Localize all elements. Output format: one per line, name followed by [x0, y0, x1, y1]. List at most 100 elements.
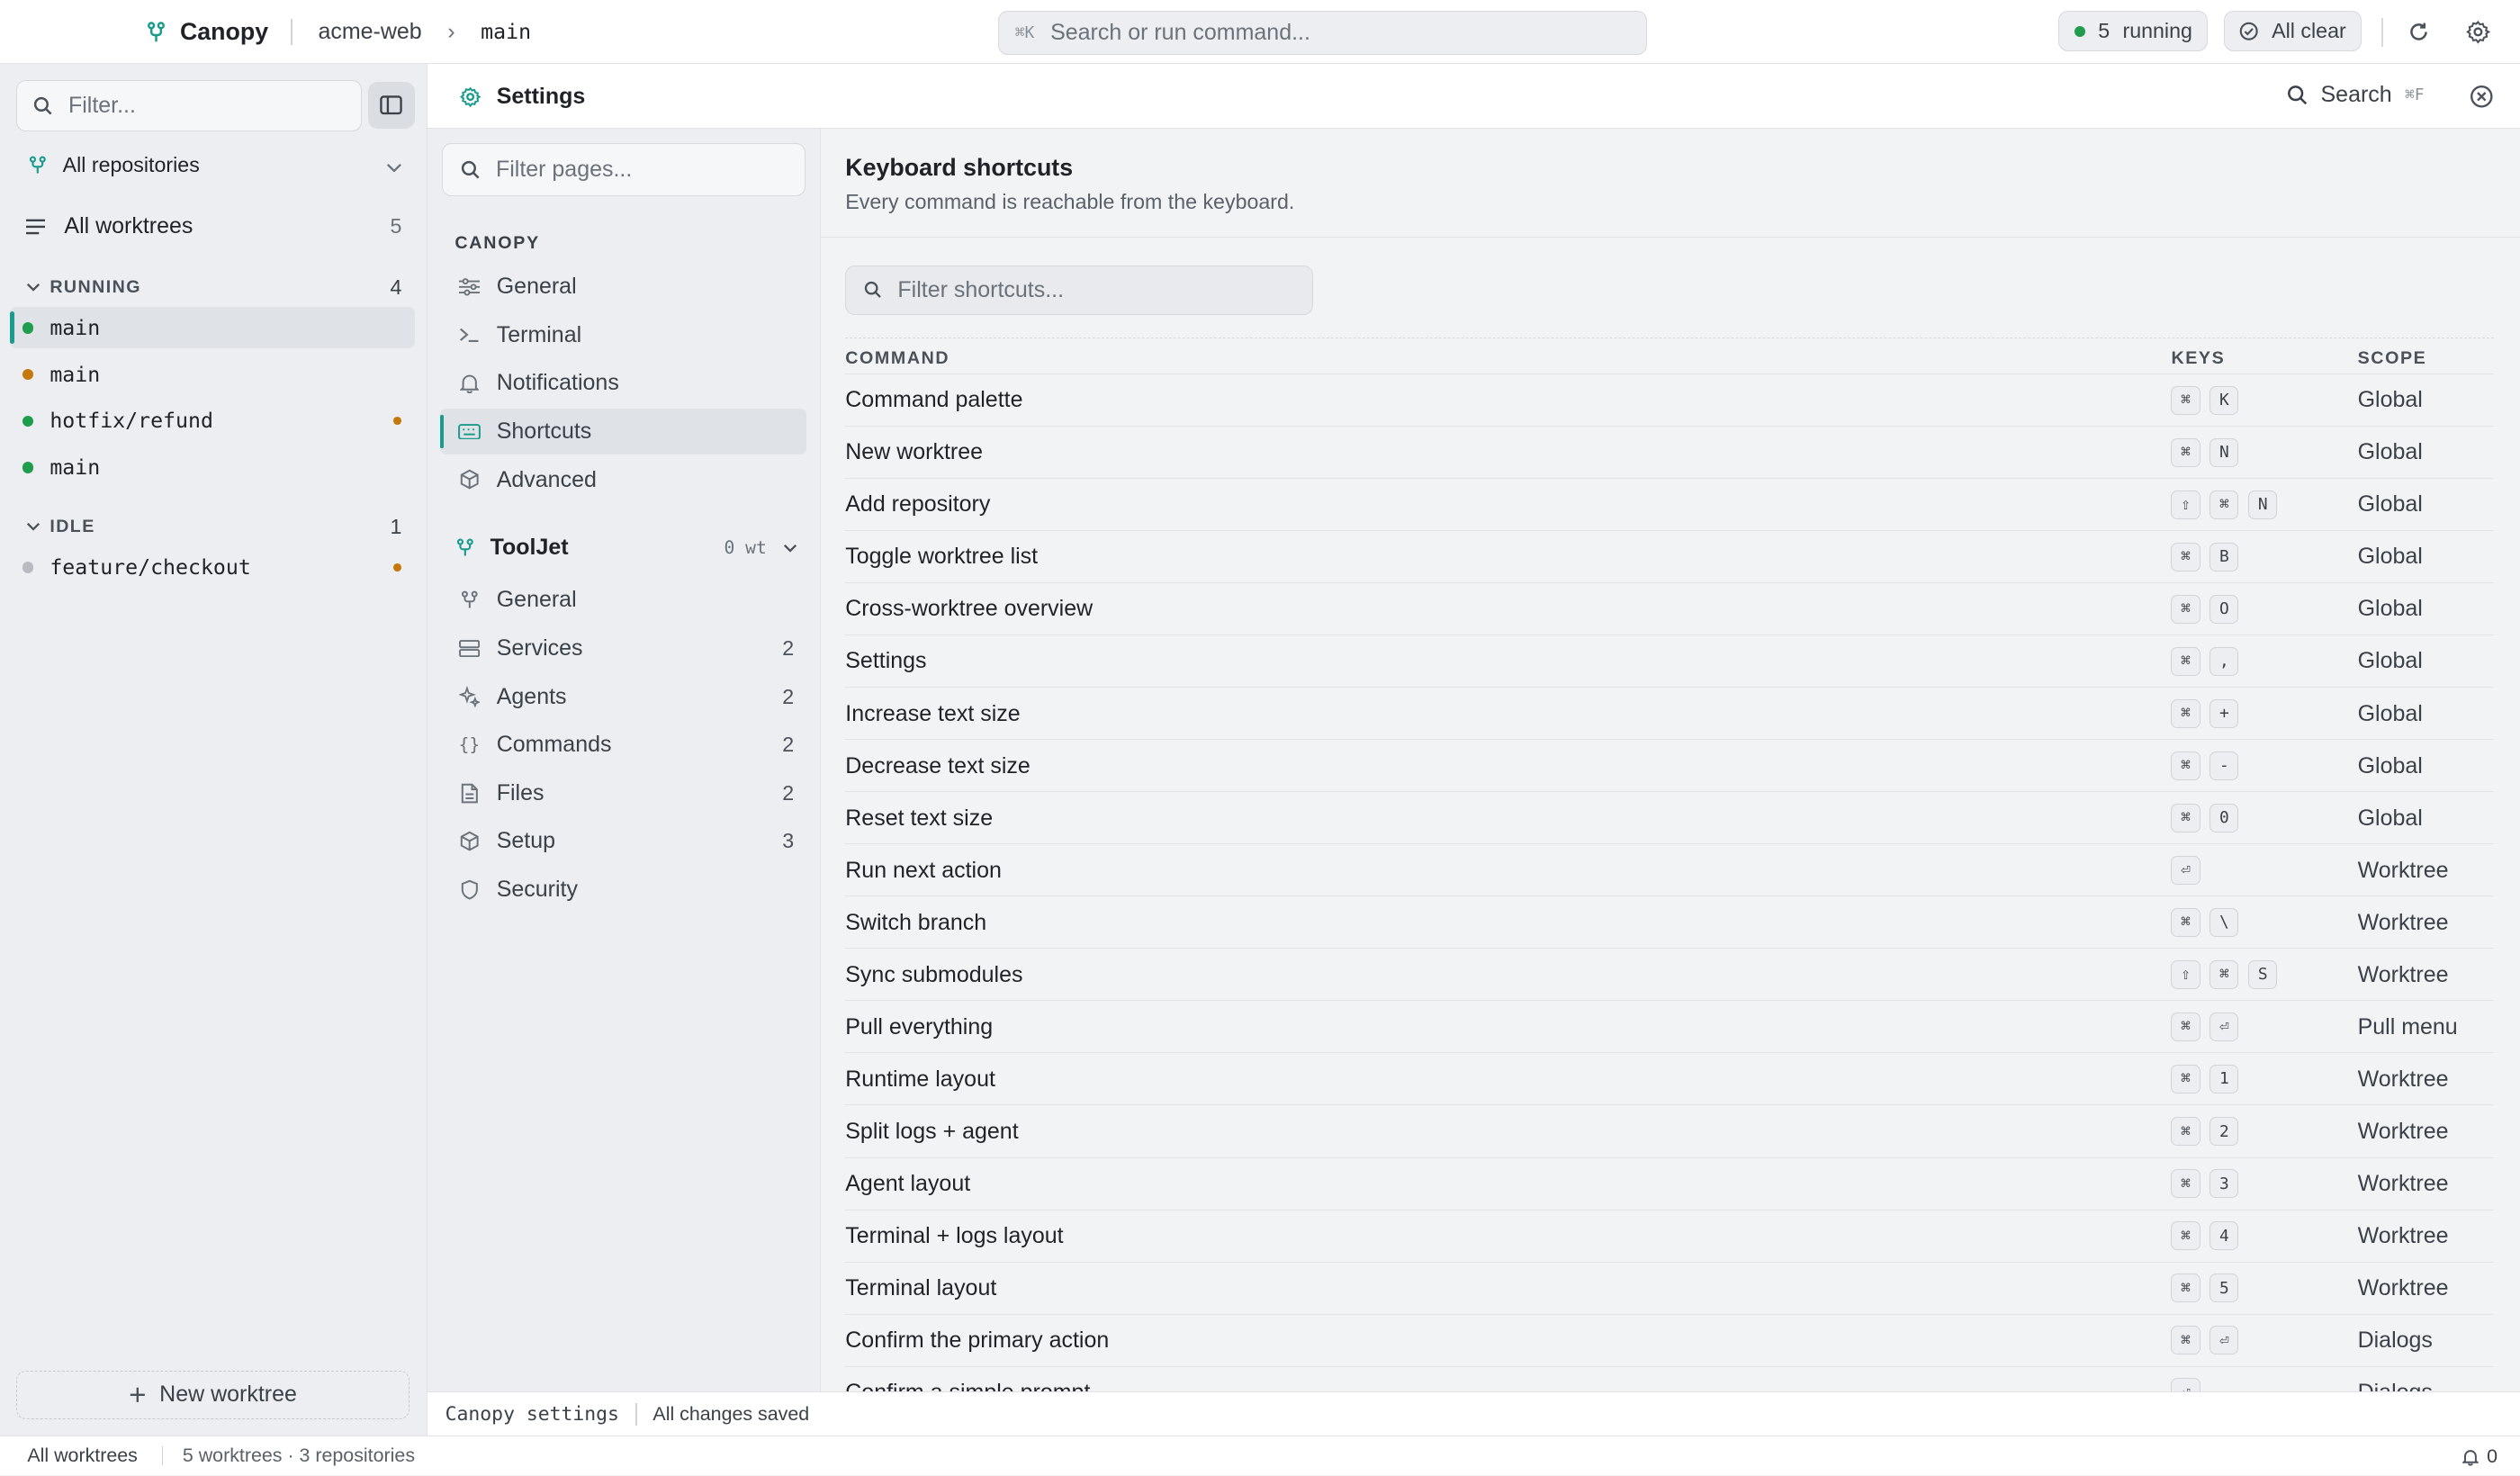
- breadcrumb-repo[interactable]: acme-web: [318, 19, 421, 45]
- chevron-down-icon: [386, 153, 402, 177]
- app-name[interactable]: Canopy: [180, 18, 268, 46]
- shortcut-command: Run next action: [845, 857, 1002, 883]
- project-selector[interactable]: ToolJet 0 wt: [440, 530, 806, 565]
- shortcut-scope: Worktree: [2357, 1274, 2449, 1300]
- canopy-logo-icon: [145, 21, 167, 43]
- table-row[interactable]: Confirm the primary action ⌘ ⏎ Dialogs: [845, 1315, 2495, 1367]
- nav-item-general[interactable]: General: [440, 264, 806, 310]
- nav-item-security[interactable]: Security: [440, 866, 806, 913]
- nav-item-label: Advanced: [496, 466, 597, 492]
- worktree-item[interactable]: hotfix/refund: [10, 400, 415, 442]
- worktree-item[interactable]: feature/checkout: [10, 546, 415, 588]
- key-cap: N: [2210, 437, 2239, 467]
- shortcut-command: Decrease text size: [845, 752, 1030, 778]
- key-cap: N: [2248, 490, 2278, 519]
- shortcut-scope: Global: [2357, 648, 2423, 674]
- status-view[interactable]: All worktrees: [27, 1444, 138, 1467]
- table-row[interactable]: Cross-worktree overview ⌘ O Global: [845, 583, 2495, 636]
- running-status-pill[interactable]: 5 running: [2058, 11, 2208, 52]
- shortcut-scope: Pull menu: [2357, 1013, 2458, 1040]
- close-icon[interactable]: [2469, 84, 2495, 110]
- table-row[interactable]: Split logs + agent ⌘ 2 Worktree: [845, 1105, 2495, 1158]
- key-cap: ⌘: [2171, 1168, 2200, 1199]
- nav-item-advanced[interactable]: Advanced: [440, 456, 806, 503]
- shortcut-command: Add repository: [845, 491, 991, 518]
- group-header-idle[interactable]: IDLE 1: [26, 513, 401, 542]
- shortcut-keys: ⌘ ⏎: [2171, 1012, 2239, 1042]
- shortcut-command: Increase text size: [845, 700, 1021, 726]
- all-worktrees-label: All worktrees: [64, 213, 194, 239]
- nav-item-project-general[interactable]: General: [440, 577, 806, 624]
- table-row[interactable]: Reset text size ⌘ 0 Global: [845, 792, 2495, 845]
- nav-item-agents[interactable]: Agents 2: [440, 673, 806, 720]
- worktree-item[interactable]: main: [9, 307, 415, 349]
- worktree-item[interactable]: main: [10, 354, 415, 395]
- table-row[interactable]: Run next action ⏎ Worktree: [845, 844, 2495, 897]
- table-row[interactable]: Pull everything ⌘ ⏎ Pull menu: [845, 1001, 2495, 1054]
- worktree-name: hotfix/refund: [50, 409, 213, 434]
- new-worktree-button[interactable]: New worktree: [15, 1371, 410, 1419]
- server-icon: [458, 637, 481, 660]
- check-circle-icon: [2239, 22, 2259, 40]
- status-divider: [161, 1445, 164, 1466]
- refresh-icon[interactable]: [2404, 18, 2433, 47]
- table-row[interactable]: Terminal + logs layout ⌘ 4 Worktree: [845, 1210, 2495, 1263]
- nav-item-setup[interactable]: Setup 3: [440, 818, 806, 865]
- branch-icon: [29, 156, 47, 175]
- settings-status-strip: Canopy settings All changes saved: [427, 1391, 2520, 1436]
- all-clear-label: All clear: [2272, 19, 2346, 43]
- table-row[interactable]: Sync submodules ⇧ ⌘ S Worktree: [845, 949, 2495, 1002]
- shortcut-scope: Worktree: [2357, 909, 2449, 935]
- key-cap: ⇧: [2171, 490, 2200, 519]
- shortcut-keys: ⇧ ⌘ S: [2171, 959, 2278, 989]
- shortcut-command: Terminal + logs layout: [845, 1222, 1064, 1248]
- nav-item-notifications[interactable]: Notifications: [440, 360, 806, 407]
- settings-pages-filter-input[interactable]: Filter pages...: [442, 142, 806, 196]
- table-row[interactable]: Switch branch ⌘ \ Worktree: [845, 896, 2495, 950]
- group-label: RUNNING: [50, 277, 141, 298]
- nav-item-commands[interactable]: {} Commands 2: [440, 722, 806, 769]
- shortcut-command: Confirm the primary action: [845, 1327, 1110, 1353]
- nav-item-files[interactable]: Files 2: [440, 770, 806, 816]
- table-row[interactable]: Command palette ⌘ K Global: [845, 374, 2495, 428]
- nav-item-shortcuts[interactable]: Shortcuts: [440, 408, 807, 455]
- key-cap: ⌘: [2171, 751, 2200, 780]
- table-row[interactable]: Toggle worktree list ⌘ B Global: [845, 531, 2495, 584]
- nav-item-label: Commands: [496, 732, 612, 758]
- table-row[interactable]: Decrease text size ⌘ - Global: [845, 740, 2495, 793]
- shortcuts-filter-placeholder: Filter shortcuts...: [897, 276, 1065, 302]
- table-row[interactable]: Runtime layout ⌘ 1 Worktree: [845, 1053, 2495, 1106]
- all-worktrees-item[interactable]: All worktrees 5: [25, 209, 401, 244]
- table-row[interactable]: Terminal layout ⌘ 5 Worktree: [845, 1263, 2495, 1315]
- worktree-name: feature/checkout: [50, 554, 251, 580]
- repository-select[interactable]: All repositories: [29, 149, 401, 182]
- shortcut-scope: Global: [2357, 387, 2423, 413]
- settings-search-button[interactable]: Search ⌘F: [2287, 82, 2424, 108]
- project-name: ToolJet: [490, 535, 569, 561]
- table-row[interactable]: Settings ⌘, Global: [845, 635, 2495, 688]
- table-row[interactable]: New worktree ⌘ N Global: [845, 427, 2495, 480]
- shortcut-keys: ⌘ -: [2171, 751, 2239, 780]
- shortcuts-filter-input[interactable]: Filter shortcuts...: [845, 265, 1313, 315]
- all-clear-pill[interactable]: All clear: [2224, 11, 2362, 52]
- table-row[interactable]: Add repository ⇧ ⌘ N Global: [845, 479, 2495, 532]
- breadcrumb-branch[interactable]: main: [481, 20, 531, 44]
- shortcut-keys: ⏎: [2171, 1378, 2200, 1392]
- sidebar-toggle-button[interactable]: [367, 82, 415, 129]
- nav-item-services[interactable]: Services 2: [440, 626, 806, 672]
- sidebar-filter-input[interactable]: Filter...: [15, 80, 362, 132]
- table-row[interactable]: Agent layout ⌘ 3 Worktree: [845, 1158, 2495, 1210]
- key-cap: S: [2248, 959, 2278, 989]
- nav-item-terminal[interactable]: Terminal: [440, 311, 806, 358]
- column-header-command: COMMAND: [845, 347, 950, 368]
- breadcrumb: Canopy acme-web › main: [145, 0, 531, 64]
- gear-icon[interactable]: [2463, 18, 2492, 47]
- table-row[interactable]: Confirm a simple prompt ⏎ Dialogs: [845, 1367, 2494, 1392]
- group-header-running[interactable]: RUNNING 4: [26, 274, 401, 302]
- command-search[interactable]: ⌘K Search or run command...: [997, 11, 1648, 55]
- notifications-button[interactable]: 0: [2462, 1445, 2498, 1468]
- table-row[interactable]: Increase text size ⌘ + Global: [845, 688, 2495, 741]
- shortcut-scope: Worktree: [2357, 961, 2449, 987]
- changes-dot-icon: [393, 417, 402, 426]
- worktree-item[interactable]: main: [10, 446, 415, 488]
